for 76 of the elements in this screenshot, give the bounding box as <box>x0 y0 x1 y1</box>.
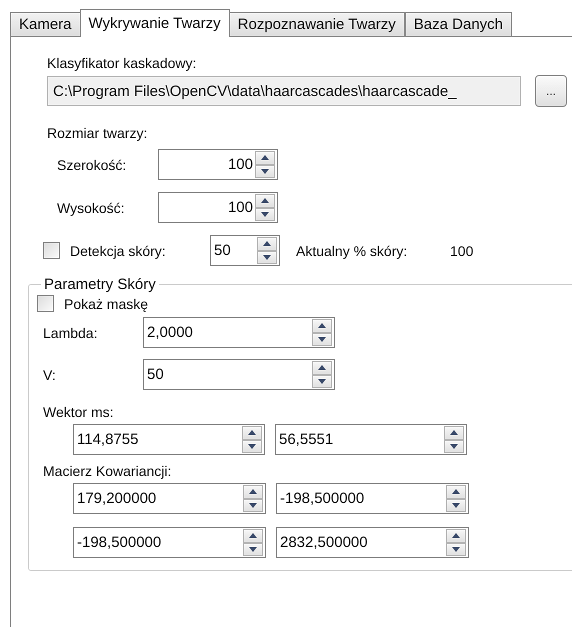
spin-down-button[interactable] <box>446 498 466 512</box>
down-arrow-icon <box>261 168 269 174</box>
spin-down-button[interactable] <box>257 250 277 264</box>
number-field[interactable]: 2,0000 <box>143 317 335 348</box>
spin-up-button[interactable] <box>257 237 277 250</box>
field-label: Aktualny % skóry: <box>296 242 408 258</box>
path-field[interactable]: C:\Program Files\OpenCV\data\haarcascades\haarcascade_ <box>47 76 521 106</box>
down-arrow-icon <box>249 502 257 508</box>
down-arrow-icon <box>450 444 458 449</box>
up-arrow-icon <box>249 533 257 538</box>
tab[interactable]: Rozpoznawanie Twarzy <box>228 12 405 37</box>
number-field[interactable]: 100 <box>158 149 278 180</box>
value-text: 100 <box>450 242 474 258</box>
spin-down-button[interactable] <box>243 498 263 512</box>
spin-up-button[interactable] <box>242 426 262 440</box>
up-arrow-icon <box>248 430 256 436</box>
spin-up-button[interactable] <box>446 485 466 498</box>
spin-up-button[interactable] <box>312 361 332 374</box>
spin-down-button[interactable] <box>446 542 466 556</box>
field-label: Wysokość: <box>57 200 126 216</box>
up-arrow-icon <box>249 489 257 494</box>
down-arrow-icon <box>248 444 256 449</box>
spin-up-button[interactable] <box>255 194 275 208</box>
spin-up-button[interactable] <box>444 426 464 440</box>
checkbox[interactable] <box>37 295 54 312</box>
tab[interactable]: Kamera <box>10 12 81 37</box>
browse-button[interactable]: ... <box>535 75 567 107</box>
up-arrow-icon <box>452 489 460 494</box>
spin-down-button[interactable] <box>243 542 263 556</box>
number-field[interactable]: -198,500000 <box>73 527 266 558</box>
down-arrow-icon <box>452 502 460 508</box>
spin-down-button[interactable] <box>312 374 332 388</box>
number-field[interactable]: 50 <box>143 359 335 390</box>
spin-up-button[interactable] <box>243 485 263 498</box>
down-arrow-icon <box>318 378 326 384</box>
up-arrow-icon <box>452 533 460 538</box>
number-field[interactable]: -198,500000 <box>276 483 469 514</box>
down-arrow-icon <box>452 546 460 552</box>
spin-down-button[interactable] <box>444 440 464 453</box>
spin-up-button[interactable] <box>446 529 466 542</box>
group-title: Parametry Skóry <box>43 276 157 293</box>
down-arrow-icon <box>261 212 269 217</box>
checkbox-label: Detekcja skóry: <box>70 242 167 258</box>
number-field[interactable]: 50 <box>210 235 280 266</box>
number-field[interactable]: 114,8755 <box>73 424 265 455</box>
up-arrow-icon <box>318 323 326 328</box>
spin-up-button[interactable] <box>255 151 275 164</box>
field-label: Lambda: <box>43 324 98 340</box>
up-arrow-icon <box>450 430 458 436</box>
down-arrow-icon <box>263 254 271 260</box>
spin-down-button[interactable] <box>242 440 262 453</box>
number-field[interactable]: 179,200000 <box>73 483 266 514</box>
tab[interactable]: Wykrywanie Twarzy <box>80 9 230 37</box>
spin-down-button[interactable] <box>255 164 275 178</box>
up-arrow-icon <box>263 241 271 246</box>
number-field[interactable]: 56,5551 <box>275 424 467 455</box>
checkbox-label: Pokaż maskę <box>64 296 148 312</box>
section-label: Rozmiar twarzy: <box>47 125 148 141</box>
number-field[interactable]: 2832,500000 <box>276 527 469 558</box>
up-arrow-icon <box>261 198 269 204</box>
section-label: Wektor ms: <box>43 404 114 420</box>
field-label: V: <box>43 366 57 382</box>
checkbox[interactable] <box>43 242 60 259</box>
tab[interactable]: Baza Danych <box>404 12 512 37</box>
spin-up-button[interactable] <box>312 319 332 332</box>
down-arrow-icon <box>318 336 326 342</box>
down-arrow-icon <box>249 546 257 552</box>
field-label: Szerokość: <box>57 156 128 172</box>
field-label: Klasyfikator kaskadowy: <box>47 55 196 71</box>
spin-down-button[interactable] <box>312 332 332 346</box>
spin-up-button[interactable] <box>243 529 263 542</box>
up-arrow-icon <box>318 365 326 370</box>
spin-down-button[interactable] <box>255 208 275 221</box>
section-label: Macierz Kowariancji: <box>43 463 172 479</box>
up-arrow-icon <box>261 155 269 160</box>
number-field[interactable]: 100 <box>158 192 278 223</box>
